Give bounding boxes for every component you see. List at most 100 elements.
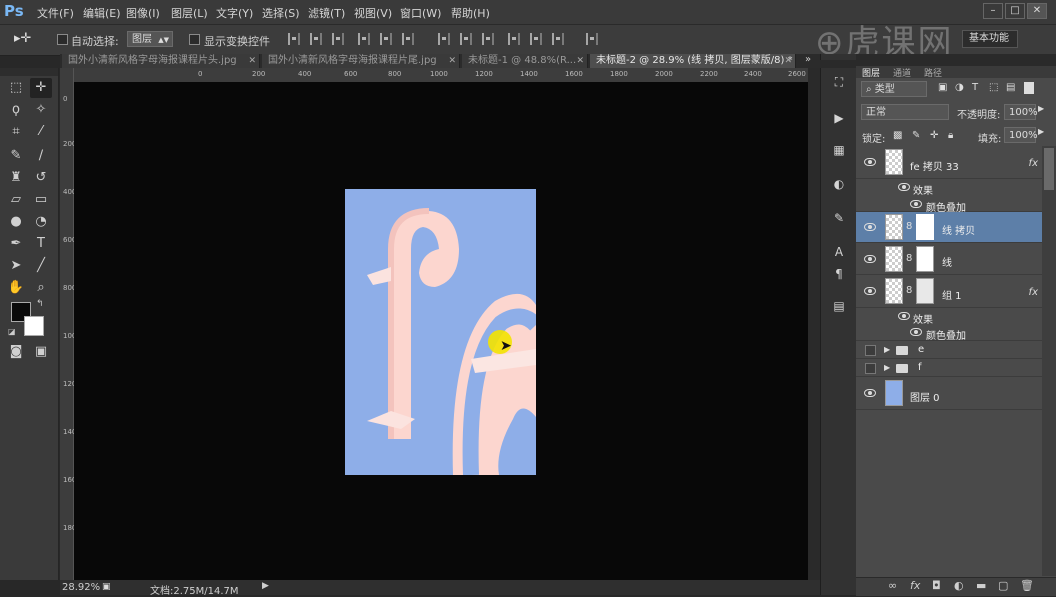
link-chain-icon[interactable]: 8 <box>906 253 912 264</box>
magic-wand-tool-icon[interactable]: ✧ <box>30 100 52 120</box>
visibility-eye-icon[interactable] <box>910 200 922 208</box>
auto-select-checkbox[interactable] <box>57 34 68 45</box>
tab-paths[interactable]: 路径 <box>924 66 942 79</box>
screen-mode-icon[interactable]: ▣ <box>30 342 52 362</box>
layer-row-layer-0[interactable]: 图层 0 <box>856 377 1042 410</box>
stamp-tool-icon[interactable]: ♜ <box>5 168 27 188</box>
type-tool-icon[interactable]: T <box>30 234 52 254</box>
quick-mask-icon[interactable]: ◙ <box>5 342 27 362</box>
close-button[interactable]: ✕ <box>1027 3 1047 19</box>
ruler-origin[interactable] <box>60 68 74 83</box>
menu-layer[interactable]: 图层(L) <box>171 5 208 21</box>
menu-image[interactable]: 图像(I) <box>126 5 160 21</box>
crop-tool-icon[interactable]: ⌗ <box>5 122 27 142</box>
effect-color-overlay-row[interactable]: 颜色叠加 <box>856 196 1042 214</box>
adjustments-panel-icon[interactable]: ◐ <box>828 174 850 194</box>
effects-row[interactable]: 效果 <box>856 179 1042 197</box>
tab-document-3[interactable]: 未标题-1 @ 48.8%(R... ✕ <box>462 54 588 68</box>
toolbar-grip[interactable] <box>0 68 58 76</box>
swatches-panel-icon[interactable]: ▦ <box>828 140 850 160</box>
background-color-swatch[interactable] <box>24 316 44 336</box>
layer-row-line-copy[interactable]: 8 线 拷贝 <box>856 212 1042 243</box>
brush-tool-icon[interactable]: ∕ <box>30 146 52 166</box>
link-layers-icon[interactable]: ∞ <box>888 579 897 592</box>
new-group-icon[interactable]: ▬ <box>976 579 986 592</box>
lock-position-icon[interactable]: ✛ <box>930 130 938 141</box>
panel-header-bar[interactable] <box>856 54 1056 66</box>
show-transform-checkbox[interactable] <box>189 34 200 45</box>
move-tool-preset-icon[interactable]: ▸✛ <box>14 31 31 46</box>
close-icon[interactable]: ✕ <box>248 54 256 68</box>
styles-panel-icon[interactable]: ✎ <box>828 208 850 228</box>
line-tool-icon[interactable]: ╱ <box>30 256 52 276</box>
distribute-hcenter-icon[interactable] <box>530 33 542 45</box>
visibility-eye-icon[interactable] <box>864 389 876 397</box>
adjustment-layer-icon[interactable]: ◐ <box>954 579 964 592</box>
layers-scrollbar-thumb[interactable] <box>1044 148 1054 190</box>
filter-type-icon[interactable]: T <box>972 82 978 93</box>
layer-row-group-1[interactable]: 8 组 1 fx <box>856 275 1042 308</box>
layer-mask-thumbnail[interactable] <box>916 214 934 240</box>
menu-select[interactable]: 选择(S) <box>262 5 300 21</box>
history-panel-icon[interactable]: ⛶ <box>828 72 850 92</box>
lasso-tool-icon[interactable]: ϙ <box>5 100 27 120</box>
opacity-input[interactable]: 100% <box>1004 104 1038 120</box>
status-menu-icon[interactable]: ▶ <box>262 581 269 591</box>
add-style-icon[interactable]: fx <box>910 579 920 592</box>
distribute-vcenter-icon[interactable] <box>460 33 472 45</box>
expand-arrow-icon[interactable]: ▶ <box>884 363 890 372</box>
dodge-tool-icon[interactable]: ◔ <box>30 212 52 232</box>
visibility-eye-icon[interactable] <box>910 328 922 336</box>
fill-input[interactable]: 100% <box>1004 127 1038 143</box>
visibility-off-box[interactable] <box>865 363 876 374</box>
layer-filter-dropdown[interactable]: ⌕ 类型 <box>861 81 927 97</box>
lock-pixels-icon[interactable]: ✎ <box>912 130 920 141</box>
lock-transparent-icon[interactable]: ▩ <box>893 130 902 141</box>
tabs-overflow-icon[interactable]: » <box>805 54 811 65</box>
layer-row-fe-copy-33[interactable]: fe 拷贝 33 fx <box>856 146 1042 179</box>
swap-colors-icon[interactable]: ↰ <box>36 299 44 309</box>
visibility-eye-icon[interactable] <box>898 312 910 320</box>
filter-smart-icon[interactable]: ▤ <box>1006 82 1015 93</box>
hand-tool-icon[interactable]: ✋ <box>5 278 27 298</box>
visibility-eye-icon[interactable] <box>864 223 876 231</box>
menu-file[interactable]: 文件(F) <box>37 5 74 21</box>
filter-shape-icon[interactable]: ⬚ <box>989 82 998 93</box>
close-icon[interactable]: ✕ <box>784 54 792 68</box>
menu-window[interactable]: 窗口(W) <box>400 5 441 21</box>
menu-edit[interactable]: 编辑(E) <box>83 5 121 21</box>
eraser-tool-icon[interactable]: ▱ <box>5 190 27 210</box>
filter-pixel-icon[interactable]: ▣ <box>938 82 947 93</box>
visibility-off-box[interactable] <box>865 345 876 356</box>
menu-help[interactable]: 帮助(H) <box>451 5 490 21</box>
visibility-eye-icon[interactable] <box>898 183 910 191</box>
tab-document-2[interactable]: 国外小清新风格字母海报课程片尾.jpg ✕ <box>262 54 460 68</box>
align-right-icon[interactable] <box>402 33 414 45</box>
auto-select-dropdown[interactable]: 图层 ▲▼ <box>127 31 173 47</box>
auto-align-icon[interactable] <box>586 33 598 45</box>
distribute-right-icon[interactable] <box>552 33 564 45</box>
tab-channels[interactable]: 通道 <box>893 66 911 79</box>
add-mask-icon[interactable]: ◘ <box>932 579 941 592</box>
visibility-eye-icon[interactable] <box>864 158 876 166</box>
layer-mask-thumbnail[interactable] <box>916 278 934 304</box>
zoom-level[interactable]: 28.92% <box>62 582 100 593</box>
tab-document-1[interactable]: 国外小清新风格字母海报课程片头.jpg ✕ <box>62 54 260 68</box>
marquee-tool-icon[interactable]: ⬚ <box>5 78 27 98</box>
blend-mode-dropdown[interactable]: 正常 <box>861 104 949 120</box>
layer-row-group-e[interactable]: ▶ e <box>856 341 1042 359</box>
tab-layers[interactable]: 图层 <box>862 66 880 79</box>
layer-mask-thumbnail[interactable] <box>916 246 934 272</box>
visibility-eye-icon[interactable] <box>864 255 876 263</box>
new-layer-icon[interactable]: ▢ <box>998 579 1008 592</box>
character-panel-icon[interactable]: A <box>828 242 850 262</box>
healing-brush-tool-icon[interactable]: ✎ <box>5 146 27 166</box>
layers-scrollbar[interactable] <box>1042 146 1056 576</box>
filter-adjust-icon[interactable]: ◑ <box>955 82 964 93</box>
properties-panel-icon[interactable]: ▤ <box>828 296 850 316</box>
move-tool-icon[interactable]: ✛ <box>30 78 52 98</box>
align-vcenter-icon[interactable] <box>310 33 322 45</box>
visibility-eye-icon[interactable] <box>864 287 876 295</box>
layer-row-group-f[interactable]: ▶ f <box>856 359 1042 377</box>
close-icon[interactable]: ✕ <box>448 54 456 68</box>
